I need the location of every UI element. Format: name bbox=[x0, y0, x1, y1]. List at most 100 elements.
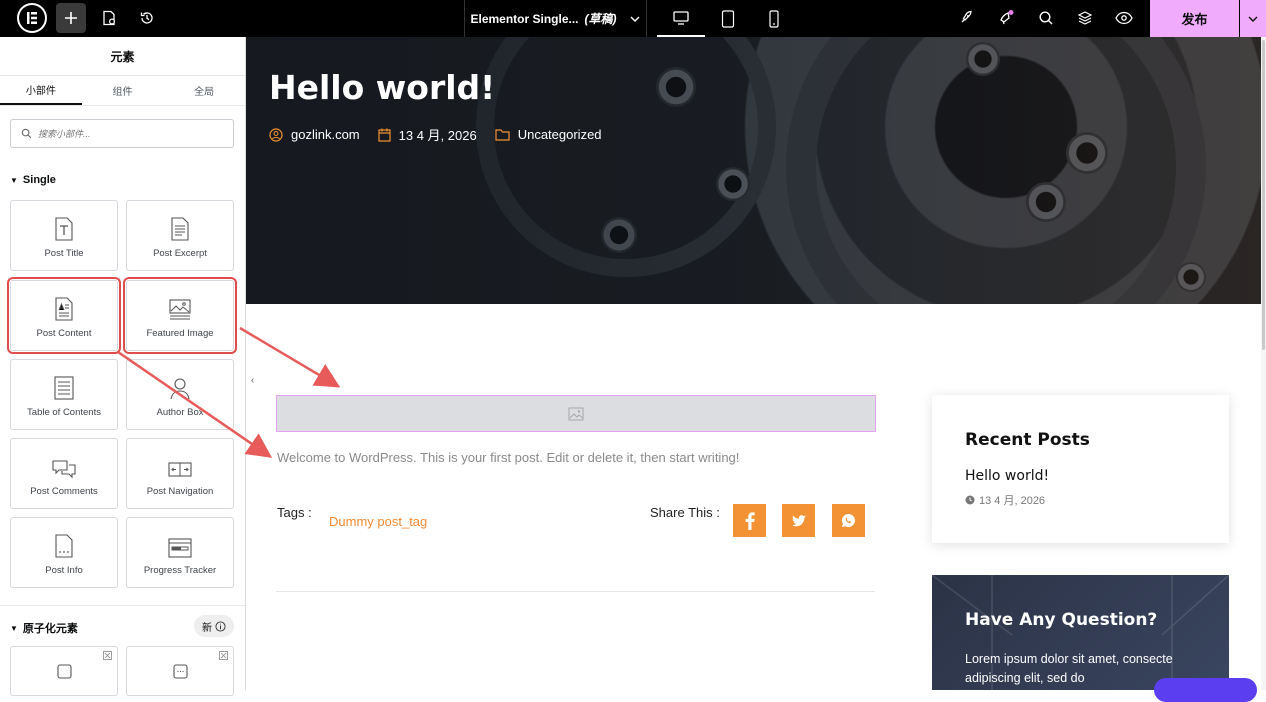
widget-post-info[interactable]: Post Info bbox=[10, 517, 118, 588]
widget-search[interactable] bbox=[10, 119, 234, 148]
post-author[interactable]: gozlink.com bbox=[291, 127, 360, 142]
caret-down-icon: ▼ bbox=[10, 175, 18, 185]
widget-label: Featured Image bbox=[146, 328, 214, 339]
document-title: Elementor Single... bbox=[470, 11, 579, 26]
desktop-icon bbox=[673, 10, 689, 25]
widget-label: Post Comments bbox=[30, 486, 98, 497]
close-icon bbox=[219, 651, 228, 660]
widget-label: Post Content bbox=[36, 328, 92, 339]
preview-eye-icon[interactable] bbox=[1109, 3, 1139, 33]
tag-link[interactable]: Dummy post_tag bbox=[329, 514, 427, 529]
search-icon[interactable] bbox=[1031, 3, 1061, 33]
post-content-icon bbox=[55, 297, 73, 321]
grid-square-icon bbox=[173, 664, 188, 679]
widget-post-content[interactable]: Post Content bbox=[7, 277, 121, 354]
document-title-dropdown[interactable]: Elementor Single... (草稿) bbox=[464, 0, 647, 37]
widget-post-navigation[interactable]: Post Navigation bbox=[126, 438, 234, 509]
atomic-widget-2[interactable] bbox=[126, 646, 234, 696]
section-atomic-toggle[interactable]: ▼ 原子化元素 bbox=[10, 620, 78, 636]
post-info-icon bbox=[55, 534, 73, 558]
hero-banner: Hello world! gozlink.com 13 4 月, 2026 Un… bbox=[246, 37, 1261, 304]
twitter-icon bbox=[791, 514, 806, 526]
widget-post-excerpt[interactable]: Post Excerpt bbox=[126, 200, 234, 271]
calendar-icon bbox=[378, 128, 391, 142]
history-icon[interactable] bbox=[132, 3, 162, 33]
recent-posts-widget: Recent Posts Hello world! 13 4 月, 2026 bbox=[932, 395, 1229, 543]
recent-post-date: 13 4 月, 2026 bbox=[979, 495, 1046, 507]
close-icon bbox=[103, 651, 112, 660]
post-title-icon bbox=[55, 217, 73, 241]
widget-label: Post Navigation bbox=[146, 486, 214, 497]
question-widget: Have Any Question? Lorem ipsum dolor sit… bbox=[932, 575, 1229, 690]
post-category[interactable]: Uncategorized bbox=[518, 127, 602, 142]
share-facebook-button[interactable] bbox=[733, 504, 766, 537]
facebook-icon bbox=[745, 511, 755, 530]
page-settings-icon[interactable] bbox=[94, 3, 124, 33]
widget-post-comments[interactable]: Post Comments bbox=[10, 438, 118, 509]
chat-widget-button[interactable] bbox=[1154, 678, 1257, 702]
user-icon bbox=[269, 127, 283, 142]
tags-label: Tags : bbox=[277, 505, 312, 520]
widget-progress-tracker[interactable]: Progress Tracker bbox=[126, 517, 234, 588]
post-navigation-icon bbox=[168, 462, 192, 477]
tab-components[interactable]: 组件 bbox=[82, 76, 164, 105]
publish-button[interactable]: 发布 bbox=[1150, 0, 1239, 37]
add-element-button[interactable] bbox=[56, 3, 86, 33]
post-excerpt-icon bbox=[171, 217, 189, 241]
panel-title: 元素 bbox=[0, 37, 245, 76]
share-label: Share This : bbox=[650, 505, 720, 520]
recent-post-link[interactable]: Hello world! bbox=[965, 468, 1049, 484]
mobile-icon bbox=[769, 9, 779, 28]
section-atomic-title: 原子化元素 bbox=[22, 623, 78, 635]
document-status: (草稿) bbox=[584, 12, 617, 26]
panel-tabs: 小部件 组件 全局 bbox=[0, 76, 245, 106]
search-icon bbox=[21, 128, 32, 139]
section-single-toggle[interactable]: ▼ Single bbox=[10, 174, 56, 186]
folder-icon bbox=[495, 128, 510, 141]
recent-posts-title: Recent Posts bbox=[965, 430, 1090, 450]
featured-image-placeholder[interactable] bbox=[276, 395, 876, 432]
section-single-title: Single bbox=[22, 174, 56, 186]
share-twitter-button[interactable] bbox=[782, 504, 815, 537]
post-meta: gozlink.com 13 4 月, 2026 Uncategorized bbox=[269, 125, 620, 144]
recent-post-date-row: 13 4 月, 2026 bbox=[965, 492, 1045, 508]
tab-widgets[interactable]: 小部件 bbox=[0, 76, 82, 105]
progress-tracker-icon bbox=[168, 538, 192, 558]
table-of-contents-icon bbox=[54, 376, 74, 400]
widget-author-box[interactable]: Author Box bbox=[126, 359, 234, 430]
widget-label: Post Info bbox=[45, 565, 83, 576]
top-bar: Elementor Single... (草稿) 发布 bbox=[0, 0, 1266, 37]
layers-icon[interactable] bbox=[1070, 3, 1100, 33]
post-title: Hello world! bbox=[269, 68, 496, 107]
notifications-icon[interactable] bbox=[991, 3, 1021, 33]
whatsapp-icon bbox=[841, 513, 855, 528]
publish-options-button[interactable] bbox=[1240, 0, 1266, 37]
tablet-view-button[interactable] bbox=[704, 0, 752, 37]
clock-icon bbox=[965, 495, 975, 505]
question-title: Have Any Question? bbox=[965, 610, 1158, 630]
mobile-view-button[interactable] bbox=[750, 0, 798, 37]
preview-canvas: Hello world! gozlink.com 13 4 月, 2026 Un… bbox=[246, 37, 1261, 690]
rocket-icon[interactable] bbox=[951, 3, 981, 33]
widget-featured-image[interactable]: Featured Image bbox=[123, 277, 237, 354]
atomic-widget-1[interactable] bbox=[10, 646, 118, 696]
desktop-view-button[interactable] bbox=[657, 0, 705, 37]
divider bbox=[0, 605, 245, 606]
content-divider bbox=[276, 591, 875, 592]
elements-panel: 元素 小部件 组件 全局 ▼ Single Post Title Post Ex… bbox=[0, 37, 246, 696]
widget-post-title[interactable]: Post Title bbox=[10, 200, 118, 271]
tab-global[interactable]: 全局 bbox=[163, 76, 245, 105]
new-badge[interactable]: 新 bbox=[194, 615, 234, 637]
featured-image-icon bbox=[169, 299, 191, 320]
share-whatsapp-button[interactable] bbox=[832, 504, 865, 537]
widget-label: Progress Tracker bbox=[143, 565, 217, 576]
post-date: 13 4 月, 2026 bbox=[398, 128, 477, 143]
image-icon bbox=[568, 407, 584, 420]
elementor-logo-icon[interactable] bbox=[17, 3, 47, 33]
square-icon bbox=[57, 664, 72, 679]
widget-label: Post Title bbox=[44, 248, 84, 259]
widget-search-input[interactable] bbox=[38, 128, 218, 139]
canvas-scrollbar-thumb[interactable] bbox=[1262, 40, 1265, 350]
widget-table-of-contents[interactable]: Table of Contents bbox=[10, 359, 118, 430]
new-badge-label: 新 bbox=[202, 622, 212, 634]
